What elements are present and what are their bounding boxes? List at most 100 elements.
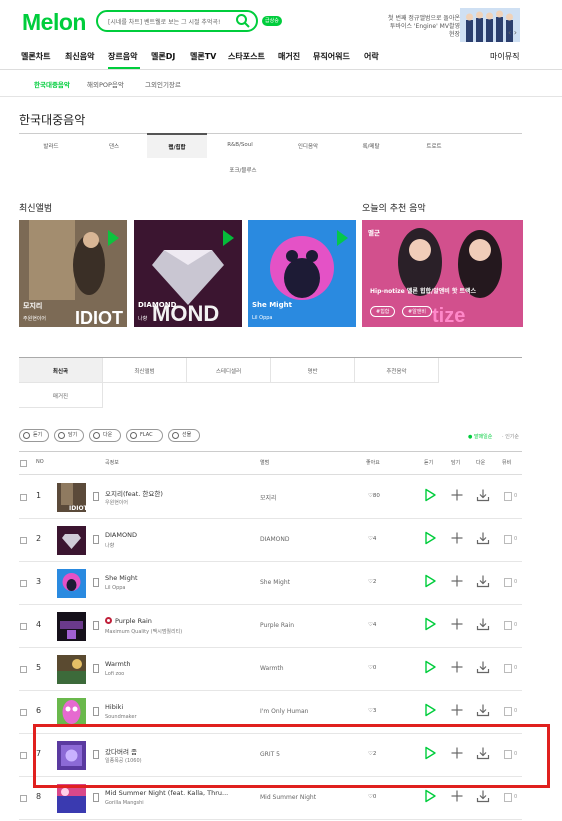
genre-hiphop[interactable]: 랩/힙합 xyxy=(147,133,207,158)
song-info-icon[interactable] xyxy=(93,535,99,544)
nav-extra[interactable]: 어락 xyxy=(364,51,379,62)
song-album[interactable]: She Might xyxy=(260,579,290,586)
song-artist[interactable]: Maximum Quality (맥시멈퀄리티) xyxy=(105,628,182,635)
song-thumbnail[interactable] xyxy=(57,526,86,555)
song-info-icon[interactable] xyxy=(93,707,99,716)
like-button[interactable]: ♡80 xyxy=(368,493,380,499)
mv-icon[interactable] xyxy=(504,578,512,587)
add-to-playlist-icon[interactable] xyxy=(450,660,464,674)
genre-ballad[interactable]: 발라드 xyxy=(21,142,81,150)
genre-dance[interactable]: 댄스 xyxy=(84,142,144,150)
song-album[interactable]: Purple Rain xyxy=(260,622,294,629)
play-icon[interactable] xyxy=(108,230,119,246)
song-title[interactable]: Warmth xyxy=(105,660,131,668)
song-title[interactable]: 오지리(feat. 한요한) xyxy=(105,488,163,498)
nav-melon-dj[interactable]: 멜론DJ xyxy=(151,51,175,62)
subnav-korean[interactable]: 한국대중음악 xyxy=(34,79,70,89)
song-checkbox[interactable] xyxy=(20,494,27,501)
add-to-playlist-icon[interactable] xyxy=(450,531,464,545)
gift-button[interactable]: 선물 xyxy=(168,429,200,442)
sort-by-date[interactable]: ● 발매일순 xyxy=(468,433,492,440)
add-to-playlist-icon[interactable] xyxy=(450,488,464,502)
play-icon[interactable] xyxy=(337,230,348,246)
song-title[interactable]: Hibiki xyxy=(105,703,123,711)
album-card-1[interactable]: IDIOT 모지리 주원현이어 xyxy=(19,220,127,327)
mv-icon[interactable] xyxy=(504,664,512,673)
nav-melon-chart[interactable]: 멜론차트 xyxy=(21,51,50,62)
play-icon[interactable] xyxy=(423,660,437,674)
download-button[interactable]: 다운 xyxy=(89,429,121,442)
download-icon[interactable] xyxy=(476,703,490,717)
flac-button[interactable]: FLAC xyxy=(126,429,163,442)
tab-classic-albums[interactable]: 명반 xyxy=(271,358,355,383)
download-icon[interactable] xyxy=(476,789,490,803)
song-checkbox[interactable] xyxy=(20,666,27,673)
recommend-card[interactable]: tize 멜군 Hip-notize 멜론 힙합/알앤비 핫 트랙스 #힙합 #… xyxy=(362,220,523,327)
song-info-icon[interactable] xyxy=(93,793,99,802)
album-artist[interactable]: Lil Oppa xyxy=(252,315,273,321)
genre-indie[interactable]: 인디음악 xyxy=(278,142,338,150)
song-checkbox[interactable] xyxy=(20,795,27,802)
song-title[interactable]: DIAMOND xyxy=(105,531,137,539)
play-icon[interactable] xyxy=(423,789,437,803)
listen-button[interactable]: 듣기 xyxy=(19,429,49,442)
song-artist[interactable]: 우원현이어 xyxy=(105,499,128,506)
tab-magazine[interactable]: 매거진 xyxy=(19,383,103,408)
song-checkbox[interactable] xyxy=(20,537,27,544)
download-icon[interactable] xyxy=(476,574,490,588)
song-artist[interactable]: Lil Oppa xyxy=(105,585,126,591)
play-icon[interactable] xyxy=(223,230,234,246)
banner-text[interactable]: 첫 번째 정규앨범으로 돌아온 투바이스 'Engine' MV촬영 현장 xyxy=(388,15,460,39)
download-icon[interactable] xyxy=(476,531,490,545)
tab-recommended[interactable]: 추천음악 xyxy=(355,358,439,383)
nav-melon-tv[interactable]: 멜론TV xyxy=(190,51,216,62)
genre-trot[interactable]: 트로트 xyxy=(404,142,464,150)
song-artist[interactable]: Gorilla Mangshi xyxy=(105,800,144,806)
song-album[interactable]: Warmth xyxy=(260,665,284,672)
song-row[interactable]: 2 DIAMOND 나향 DIAMOND ♡4 0 xyxy=(19,519,522,562)
song-thumbnail[interactable]: IDIOT xyxy=(57,483,86,512)
like-button[interactable]: ♡0 xyxy=(368,665,376,671)
search-icon[interactable] xyxy=(234,12,252,30)
mv-icon[interactable] xyxy=(504,793,512,802)
album-card-2[interactable]: MOND DIAMOND 나향 xyxy=(134,220,242,327)
mv-icon[interactable] xyxy=(504,621,512,630)
song-checkbox[interactable] xyxy=(20,752,27,759)
song-row[interactable]: 5 Warmth Lofi zoo Warmth ♡0 0 xyxy=(19,648,522,691)
nav-genre-music[interactable]: 장르음악 xyxy=(108,51,137,62)
tab-latest-songs[interactable]: 최신곡 xyxy=(19,358,103,383)
song-title[interactable]: Purple Rain xyxy=(115,617,152,625)
song-title[interactable]: Mid Summer Night (feat. Kalla, Thru... xyxy=(105,789,228,797)
song-thumbnail[interactable] xyxy=(57,655,86,684)
song-info-icon[interactable] xyxy=(93,621,99,630)
song-album[interactable]: I'm Only Human xyxy=(260,708,308,715)
tab-steady-seller[interactable]: 스테디셀러 xyxy=(187,358,271,383)
song-info-icon[interactable] xyxy=(93,664,99,673)
genre-folk[interactable]: 포크/블루스 xyxy=(213,166,273,174)
add-to-playlist-icon[interactable] xyxy=(450,703,464,717)
like-button[interactable]: ♡3 xyxy=(368,708,376,714)
song-artist[interactable]: Lofi zoo xyxy=(105,671,124,677)
genre-rnb[interactable]: R&B/Soul xyxy=(210,142,270,148)
album-artist[interactable]: 주원현이어 xyxy=(23,315,46,322)
song-checkbox[interactable] xyxy=(20,709,27,716)
song-artist[interactable]: Soundmaker xyxy=(105,714,137,720)
song-thumbnail[interactable] xyxy=(57,698,86,727)
album-artist[interactable]: 나향 xyxy=(138,315,147,322)
song-checkbox[interactable] xyxy=(20,580,27,587)
select-all-checkbox[interactable] xyxy=(20,460,27,467)
play-icon[interactable] xyxy=(423,574,437,588)
nav-magazine[interactable]: 매거진 xyxy=(278,51,300,62)
nav-music-award[interactable]: 뮤직어워드 xyxy=(313,51,350,62)
nav-star-post[interactable]: 스타포스트 xyxy=(228,51,265,62)
song-thumbnail[interactable] xyxy=(57,612,86,641)
song-checkbox[interactable] xyxy=(20,623,27,630)
subnav-other[interactable]: 그외인기장르 xyxy=(145,79,181,89)
song-album[interactable]: Mid Summer Night xyxy=(260,794,316,801)
like-button[interactable]: ♡2 xyxy=(368,579,376,585)
recommend-text[interactable]: Hip-notize 멜론 힙합/알앤비 핫 트랙스 xyxy=(370,286,476,295)
genre-rock[interactable]: 록/메탈 xyxy=(341,142,401,150)
add-to-playlist-icon[interactable] xyxy=(450,789,464,803)
tag-hiphop[interactable]: #힙합 xyxy=(370,306,396,317)
like-button[interactable]: ♡4 xyxy=(368,536,376,542)
